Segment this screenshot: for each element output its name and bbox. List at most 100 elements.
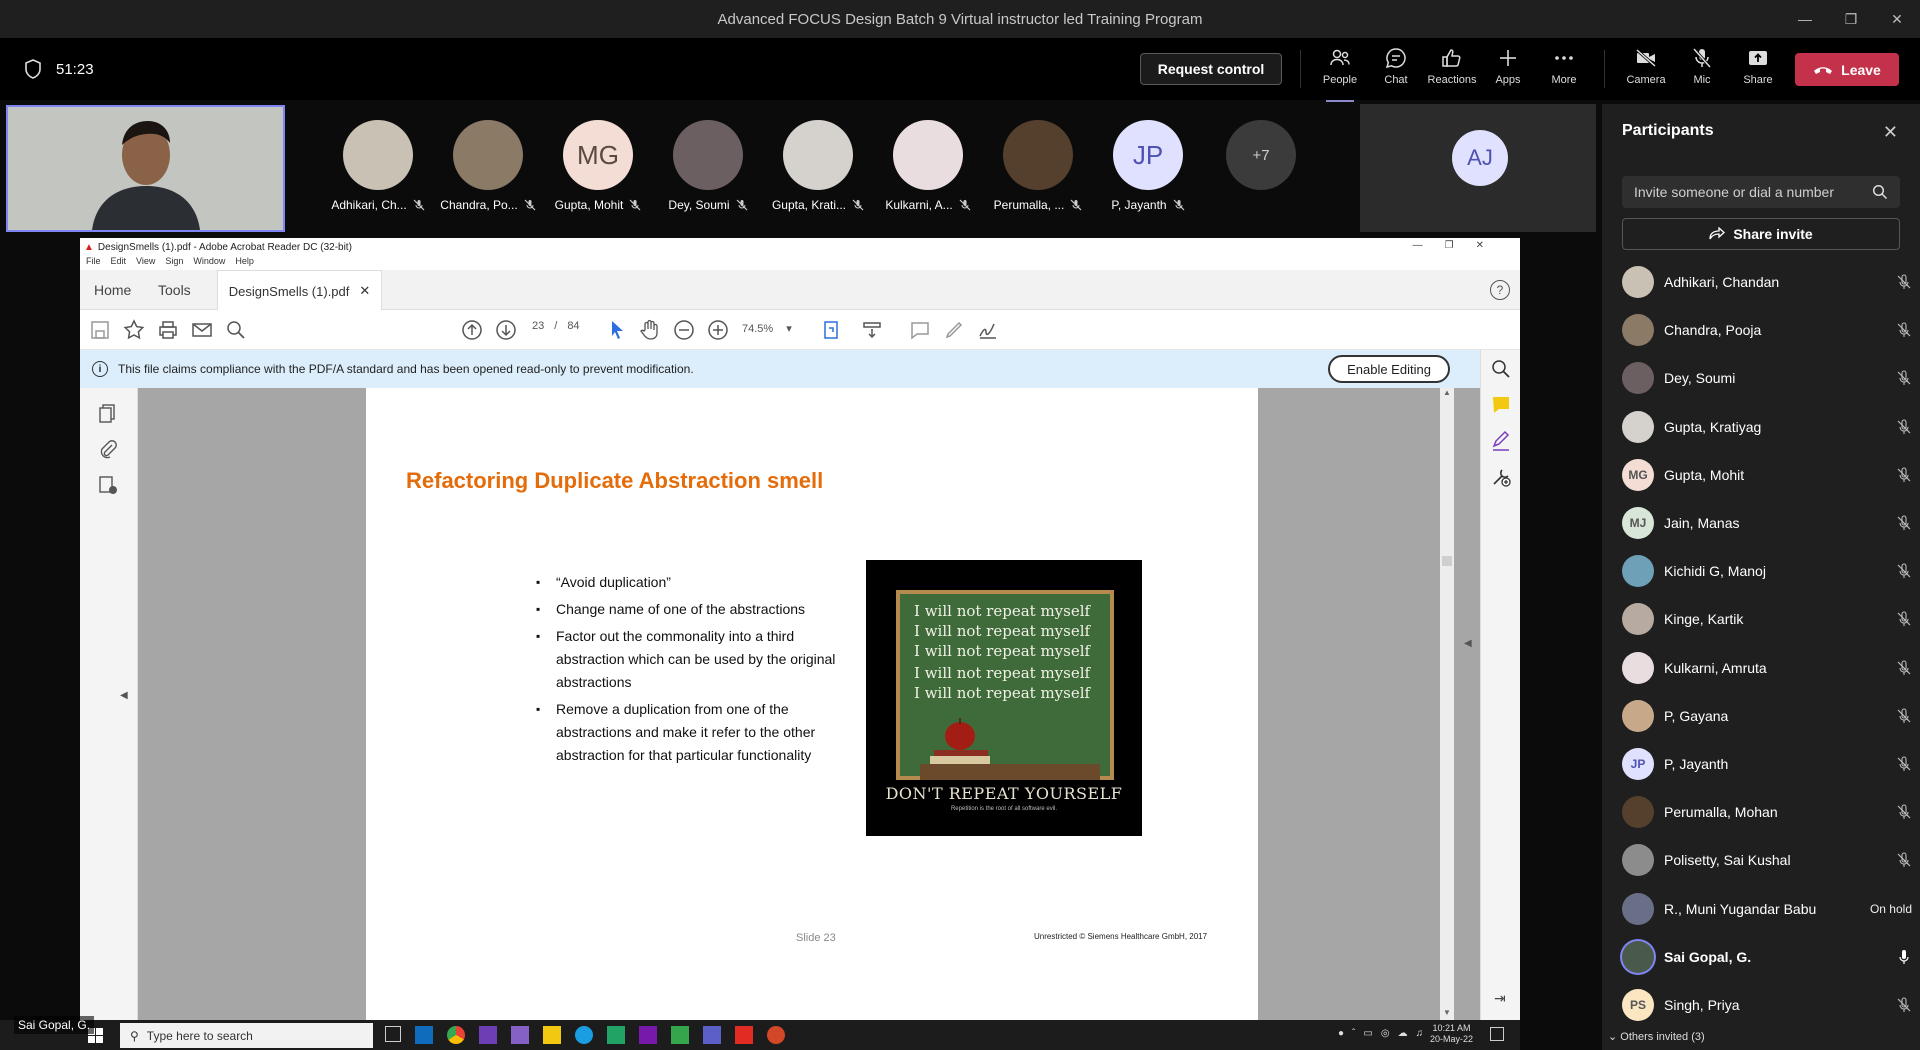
scroll-up-icon[interactable]: ▲ [1443, 388, 1451, 397]
participant-row[interactable]: Gupta, Kratiyag [1622, 407, 1912, 447]
comment-tool-icon[interactable] [1490, 394, 1512, 416]
apps-button[interactable]: Apps [1482, 46, 1534, 96]
help-tray-icon[interactable]: ● [1338, 1028, 1344, 1039]
page-down-icon[interactable] [494, 318, 518, 342]
sign-icon[interactable] [976, 318, 1000, 342]
minimize-icon[interactable]: — [1782, 0, 1828, 38]
spotlight-tile[interactable]: AJ [1360, 104, 1596, 232]
close-tab-icon[interactable]: ✕ [359, 283, 370, 299]
zoom-out-icon[interactable] [672, 318, 696, 342]
zoom-in-icon[interactable] [706, 318, 730, 342]
excel-icon[interactable] [607, 1026, 625, 1044]
star-icon[interactable] [122, 318, 146, 342]
menu-sign[interactable]: Sign [165, 256, 183, 270]
participant-row[interactable]: Chandra, Pooja [1622, 310, 1912, 350]
task-view-icon[interactable] [385, 1026, 401, 1042]
gallery-tile[interactable]: Adhikari, Ch... [325, 120, 431, 222]
more-button[interactable]: More [1538, 46, 1590, 96]
collapse-right-icon[interactable]: ◀ [1464, 638, 1472, 649]
file-explorer-icon[interactable] [543, 1026, 561, 1044]
powerpoint-icon[interactable] [767, 1026, 785, 1044]
pages-icon[interactable] [97, 402, 119, 424]
page-current-input[interactable]: 23 [532, 320, 544, 332]
edge-icon[interactable] [575, 1026, 593, 1044]
chevron-up-icon[interactable]: ˆ [1352, 1028, 1355, 1039]
share-invite-button[interactable]: Share invite [1622, 218, 1900, 250]
reactions-button[interactable]: Reactions [1426, 46, 1478, 96]
fill-sign-icon[interactable] [1490, 430, 1512, 452]
chat-button[interactable]: Chat [1370, 46, 1422, 96]
gallery-tile[interactable]: Kulkarni, A... [875, 120, 981, 222]
participant-row[interactable]: Kinge, Kartik [1622, 599, 1912, 639]
comment-icon[interactable] [908, 318, 932, 342]
tab-home[interactable]: Home [94, 270, 131, 310]
participant-row[interactable]: Kulkarni, Amruta [1622, 648, 1912, 688]
acrobat-icon[interactable] [735, 1026, 753, 1044]
select-cursor-icon[interactable] [605, 318, 629, 342]
participant-row[interactable]: PS Singh, Priya [1622, 985, 1912, 1025]
vertical-scrollbar[interactable]: ▲ ▼ [1440, 388, 1454, 1020]
participant-row[interactable]: Perumalla, Mohan [1622, 792, 1912, 832]
network-icon[interactable]: ◎ [1381, 1028, 1390, 1039]
menu-help[interactable]: Help [235, 256, 254, 270]
menu-view[interactable]: View [136, 256, 155, 270]
fit-page-icon[interactable] [820, 318, 844, 342]
highlight-icon[interactable] [942, 318, 966, 342]
enable-editing-button[interactable]: Enable Editing [1328, 355, 1450, 383]
onenote-icon[interactable] [639, 1026, 657, 1044]
zoom-search-icon[interactable] [1490, 358, 1512, 380]
participant-row[interactable]: MJ Jain, Manas [1622, 503, 1912, 543]
zoom-select[interactable]: 74.5% ▾ [742, 322, 792, 335]
collapse-left-icon[interactable]: ◀ [120, 690, 128, 701]
participant-row[interactable]: MG Gupta, Mohit [1622, 455, 1912, 495]
acrobat-window-controls[interactable]: —❐✕ [1413, 240, 1506, 251]
scroll-down-icon[interactable]: ▼ [1443, 1008, 1451, 1017]
participant-row[interactable]: P, Gayana [1622, 696, 1912, 736]
leave-button[interactable]: Leave [1795, 53, 1899, 86]
save-icon[interactable] [88, 318, 112, 342]
taskbar-search-input[interactable]: ⚲ Type here to search [120, 1023, 373, 1048]
taskbar-clock[interactable]: 10:21 AM 20-May-22 [1430, 1023, 1473, 1045]
request-control-button[interactable]: Request control [1140, 53, 1282, 85]
print-icon[interactable] [156, 318, 180, 342]
participant-row[interactable]: Kichidi G, Manoj [1622, 551, 1912, 591]
participant-row[interactable]: Polisetty, Sai Kushal [1622, 840, 1912, 880]
gallery-tile[interactable]: Dey, Soumi [655, 120, 761, 222]
participant-row[interactable]: Adhikari, Chandan [1622, 262, 1912, 302]
notifications-icon[interactable] [1490, 1027, 1504, 1041]
menu-edit[interactable]: Edit [111, 256, 127, 270]
self-video-tile[interactable] [6, 105, 285, 232]
gallery-tile[interactable]: Perumalla, ... [985, 120, 1091, 222]
participant-row[interactable]: Sai Gopal, G. [1622, 937, 1912, 977]
tab-tools[interactable]: Tools [158, 270, 191, 310]
restore-icon[interactable]: ❐ [1828, 0, 1874, 38]
calendar-app-icon[interactable] [671, 1026, 689, 1044]
gallery-tile[interactable]: MG Gupta, Mohit [545, 120, 651, 222]
invite-input[interactable]: Invite someone or dial a number [1622, 176, 1900, 208]
find-icon[interactable] [224, 318, 248, 342]
gallery-tile[interactable]: JP P, Jayanth [1095, 120, 1201, 222]
participant-row[interactable]: R., Muni Yugandar Babu On hold [1622, 889, 1912, 929]
layers-icon[interactable] [97, 474, 119, 496]
participant-row[interactable]: JP P, Jayanth [1622, 744, 1912, 784]
others-invited-toggle[interactable]: ⌄ Others invited (3) [1608, 1030, 1705, 1043]
participant-row[interactable]: Dey, Soumi [1622, 358, 1912, 398]
scroll-mode-icon[interactable] [860, 318, 884, 342]
gallery-tile[interactable]: Gupta, Krati... [765, 120, 871, 222]
gallery-tile[interactable]: Chandra, Po... [435, 120, 541, 222]
cloud-icon[interactable]: ☁ [1398, 1028, 1408, 1039]
tab-document[interactable]: DesignSmells (1).pdf ✕ [217, 270, 382, 311]
camera-button[interactable]: Camera [1620, 46, 1672, 96]
chrome-icon[interactable] [447, 1026, 465, 1044]
page-indicator[interactable]: 23 / 84 [532, 320, 580, 332]
menu-window[interactable]: Window [193, 256, 225, 270]
mic-button[interactable]: Mic [1676, 46, 1728, 96]
more-tools-icon[interactable] [1490, 466, 1512, 488]
scrollbar-thumb[interactable] [1442, 556, 1452, 566]
close-icon[interactable]: ✕ [1874, 0, 1920, 38]
battery-icon[interactable]: ▭ [1363, 1028, 1372, 1039]
teams-icon[interactable] [703, 1026, 721, 1044]
hand-tool-icon[interactable] [638, 318, 662, 342]
outlook-icon[interactable] [415, 1026, 433, 1044]
page-up-icon[interactable] [460, 318, 484, 342]
